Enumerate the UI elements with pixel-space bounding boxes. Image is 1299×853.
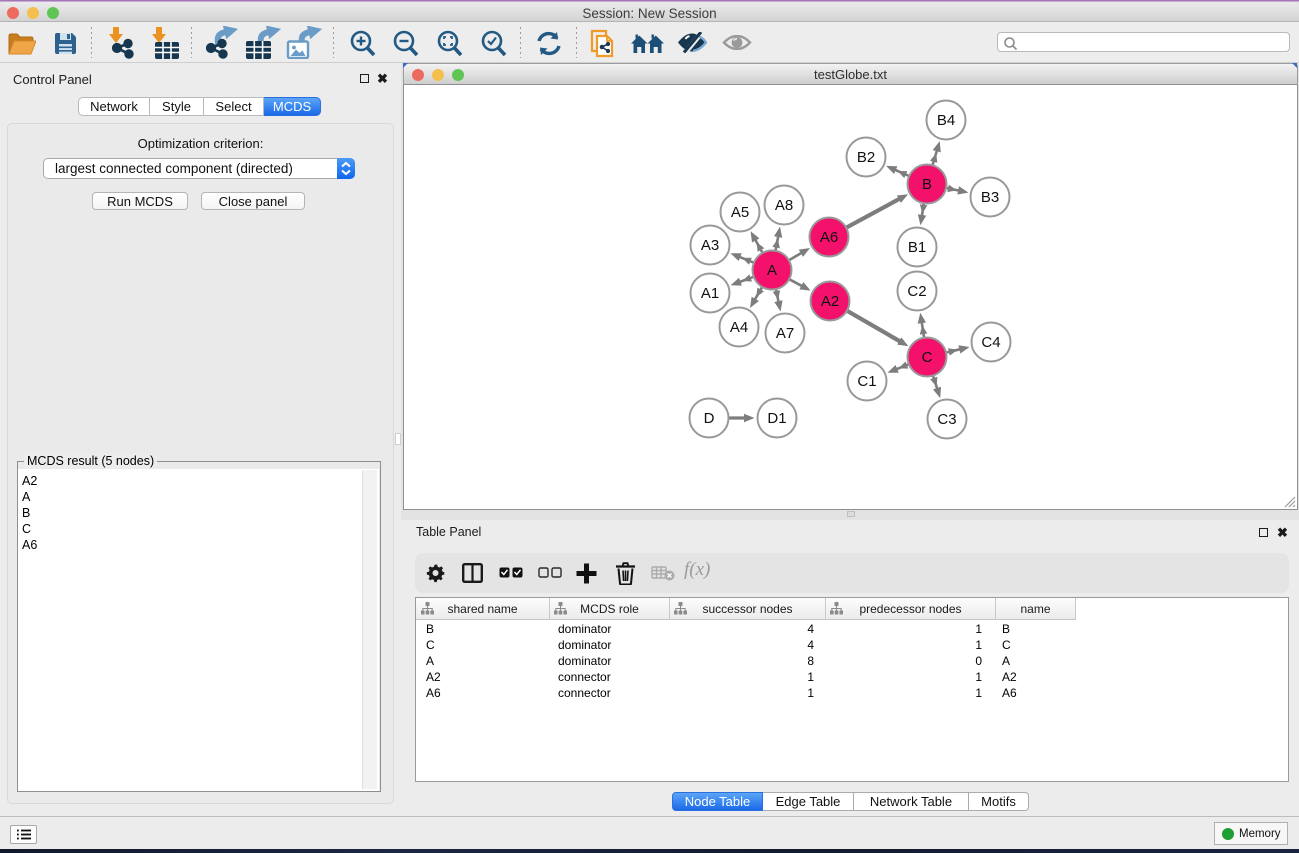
svg-text:D: D <box>704 410 715 427</box>
svg-text:B1: B1 <box>908 239 926 256</box>
svg-text:A3: A3 <box>701 237 719 254</box>
svg-text:A6: A6 <box>820 229 838 246</box>
svg-text:A1: A1 <box>701 285 719 302</box>
svg-text:D1: D1 <box>767 410 786 427</box>
svg-text:B4: B4 <box>937 112 955 129</box>
svg-text:A2: A2 <box>821 293 839 310</box>
svg-text:A5: A5 <box>731 204 749 221</box>
svg-text:A7: A7 <box>776 325 794 342</box>
svg-text:A4: A4 <box>730 319 748 336</box>
svg-text:C2: C2 <box>907 283 926 300</box>
svg-text:C1: C1 <box>857 373 876 390</box>
svg-text:A: A <box>767 262 777 279</box>
svg-text:B: B <box>922 176 932 193</box>
svg-text:A8: A8 <box>775 197 793 214</box>
svg-text:C: C <box>922 349 933 366</box>
svg-text:C4: C4 <box>981 334 1000 351</box>
svg-text:C3: C3 <box>937 411 956 428</box>
svg-text:B3: B3 <box>981 189 999 206</box>
svg-text:B2: B2 <box>857 149 875 166</box>
